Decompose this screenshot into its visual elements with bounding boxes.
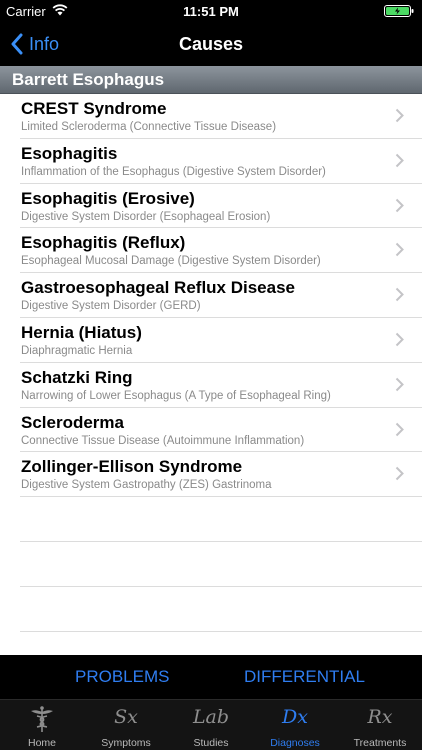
- list-item-title: Esophagitis (Erosive): [21, 188, 195, 208]
- segment-bar: PROBLEMS DIFFERENTIAL: [0, 655, 422, 699]
- chevron-right-icon: [395, 287, 404, 302]
- tab-label: Diagnoses: [270, 737, 320, 749]
- list-item[interactable]: Zollinger-Ellison Syndrome Digestive Sys…: [20, 452, 422, 498]
- differential-button[interactable]: DIFFERENTIAL: [244, 667, 365, 687]
- list-item-title: Zollinger-Ellison Syndrome: [21, 457, 243, 477]
- chevron-right-icon: [395, 153, 404, 168]
- tab-bar: Home Sx Symptoms Lab Studies Dx Diagnose…: [0, 699, 422, 750]
- tab-home[interactable]: Home: [0, 700, 84, 750]
- chevron-right-icon: [395, 332, 404, 347]
- status-bar: Carrier 11:51 PM: [0, 0, 422, 22]
- list-item-subtitle: Diaphragmatic Hernia: [21, 344, 133, 357]
- list-item[interactable]: Gastroesophageal Reflux Disease Digestiv…: [20, 273, 422, 318]
- clock: 11:51 PM: [183, 4, 239, 19]
- list-item[interactable]: Scleroderma Connective Tissue Disease (A…: [20, 408, 422, 453]
- list-item[interactable]: Esophagitis Inflammation of the Esophagu…: [20, 139, 422, 184]
- list-item[interactable]: Esophagitis (Erosive) Digestive System D…: [20, 184, 422, 229]
- list-item-subtitle: Esophageal Mucosal Damage (Digestive Sys…: [21, 255, 321, 268]
- list-item[interactable]: CREST Syndrome Limited Scleroderma (Conn…: [20, 94, 422, 139]
- dx-icon: Dx: [282, 706, 308, 728]
- navigation-bar: Info Causes: [0, 22, 422, 66]
- list-item-subtitle: Inflammation of the Esophagus (Digestive…: [21, 165, 326, 178]
- section-header: Barrett Esophagus: [0, 66, 422, 94]
- list-item-title: Esophagitis (Reflux): [21, 233, 186, 253]
- chevron-right-icon: [395, 108, 404, 123]
- page-title: Causes: [178, 34, 244, 54]
- tab-label: Studies: [193, 737, 229, 749]
- tab-label: Symptoms: [101, 737, 151, 749]
- battery-icon: [384, 5, 414, 17]
- tab-studies[interactable]: Lab Studies: [169, 700, 253, 750]
- list-item-subtitle: Limited Scleroderma (Connective Tissue D…: [21, 121, 277, 133]
- tab-treatments[interactable]: Rx Treatments: [338, 700, 422, 750]
- empty-row: [20, 542, 422, 587]
- chevron-right-icon: [395, 198, 404, 212]
- list-item-title: CREST Syndrome: [21, 99, 167, 118]
- causes-list: CREST Syndrome Limited Scleroderma (Conn…: [0, 94, 422, 632]
- list-item-title: Schatzki Ring: [21, 367, 133, 387]
- list-item-subtitle: Digestive System Gastropathy (ZES) Gastr…: [21, 479, 272, 492]
- list-item-subtitle: Narrowing of Lower Esophagus (A Type of …: [21, 389, 331, 402]
- list-item-subtitle: Digestive System Disorder (GERD): [21, 300, 201, 313]
- tab-label: Treatments: [353, 737, 407, 749]
- list-item[interactable]: Esophagitis (Reflux) Esophageal Mucosal …: [20, 228, 422, 274]
- tab-symptoms[interactable]: Sx Symptoms: [84, 700, 168, 750]
- chevron-right-icon: [395, 377, 404, 391]
- empty-row: [20, 587, 422, 632]
- list-item[interactable]: Hernia (Hiatus) Diaphragmatic Hernia: [20, 318, 422, 363]
- list-item-title: Hernia (Hiatus): [21, 322, 142, 342]
- empty-row: [20, 497, 422, 542]
- list-item-title: Esophagitis: [21, 143, 118, 163]
- caduceus-icon: [31, 706, 53, 732]
- list-item-title: Gastroesophageal Reflux Disease: [21, 278, 296, 298]
- tab-label: Home: [27, 737, 56, 749]
- tab-diagnoses[interactable]: Dx Diagnoses: [253, 700, 337, 750]
- lab-icon: Lab: [192, 706, 230, 728]
- sx-icon: Sx: [114, 706, 138, 728]
- chevron-right-icon: [395, 243, 404, 257]
- list-item-subtitle: Connective Tissue Disease (Autoimmune In…: [21, 434, 305, 447]
- list-item-title: Scleroderma: [21, 412, 124, 432]
- list-item[interactable]: Schatzki Ring Narrowing of Lower Esophag…: [20, 363, 422, 408]
- problems-button[interactable]: PROBLEMS: [75, 667, 169, 687]
- list-item-subtitle: Digestive System Disorder (Esophageal Er…: [21, 210, 271, 223]
- chevron-right-icon: [395, 467, 404, 481]
- rx-icon: Rx: [367, 706, 393, 728]
- chevron-right-icon: [395, 422, 404, 436]
